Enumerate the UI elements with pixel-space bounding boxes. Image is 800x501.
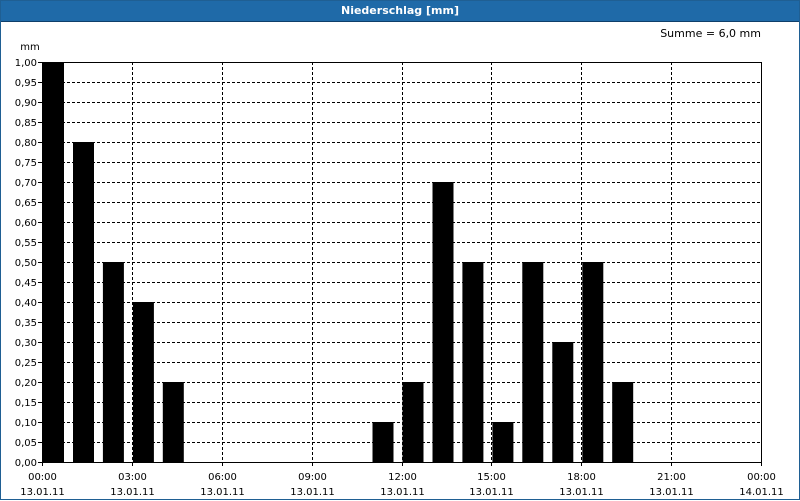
y-tick-label: 0,85 [15, 118, 37, 129]
y-tick-label: 0,50 [15, 258, 37, 269]
y-tick-label: 0,55 [15, 238, 37, 249]
x-tick-time-label: 03:00 [118, 472, 147, 483]
precipitation-bar [372, 422, 394, 462]
y-tick-label: 0,10 [15, 418, 37, 429]
y-tick-label: 0,05 [15, 438, 37, 449]
precipitation-bar [462, 262, 484, 462]
y-tick-label: 0,30 [15, 338, 37, 349]
y-tick-label: 0,15 [15, 398, 37, 409]
y-tick-label: 0,70 [15, 178, 37, 189]
y-tick-label: 0,90 [15, 98, 37, 109]
precipitation-bar [102, 262, 124, 462]
x-tick-date-label: 13.01.11 [110, 487, 155, 498]
x-tick-date-label: 13.01.11 [200, 487, 245, 498]
chart-window: Niederschlag [mm] Summe = 6,0 mm mm 0,00 0… [0, 0, 800, 500]
x-tick-date-label: 13.01.11 [469, 487, 514, 498]
precipitation-bar [492, 422, 514, 462]
x-tick-date-label: 13.01.11 [380, 487, 425, 498]
y-tick-label: 0,35 [15, 318, 37, 329]
x-tick-time-label: 18:00 [567, 472, 596, 483]
precipitation-bar [552, 342, 574, 462]
y-tick-label: 1,00 [15, 58, 37, 69]
x-tick-date-label: 14.01.11 [739, 487, 784, 498]
x-tick-date-label: 13.01.11 [649, 487, 694, 498]
y-tick-label: 0,25 [15, 358, 37, 369]
x-tick-time-label: 21:00 [657, 472, 686, 483]
precipitation-bar [402, 382, 424, 462]
y-tick-label: 0,00 [15, 458, 37, 469]
y-tick-label: 0,80 [15, 138, 37, 149]
precipitation-bar [432, 182, 454, 462]
x-tick-time-label: 00:00 [28, 472, 57, 483]
x-tick-time-label: 15:00 [477, 472, 506, 483]
y-tick-label: 0,75 [15, 158, 37, 169]
x-tick-date-label: 13.01.11 [290, 487, 335, 498]
x-tick-time-label: 09:00 [298, 472, 327, 483]
precipitation-bar [132, 302, 154, 462]
x-tick-time-label: 12:00 [388, 472, 417, 483]
precipitation-bar [582, 262, 604, 462]
x-tick-time-label: 00:00 [747, 472, 776, 483]
precipitation-bar [162, 382, 184, 462]
precipitation-bar [43, 62, 64, 462]
x-tick-date-label: 13.01.11 [20, 487, 65, 498]
y-axis-unit-label: mm [20, 42, 39, 53]
precipitation-bar [522, 262, 544, 462]
y-tick-label: 0,95 [15, 78, 37, 89]
precipitation-bar [73, 142, 94, 462]
y-tick-label: 0,65 [15, 198, 37, 209]
y-tick-label: 0,20 [15, 378, 37, 389]
y-tick-label: 0,45 [15, 278, 37, 289]
precipitation-bar [612, 382, 634, 462]
y-tick-label: 0,40 [15, 298, 37, 309]
precipitation-chart: mm 0,00 0,05 0,10 0,15 0,20 0,25 0,30 0,35 0,40 0,… [15, 42, 784, 498]
x-tick-time-label: 06:00 [208, 472, 237, 483]
x-tick-date-label: 13.01.11 [559, 487, 604, 498]
y-tick-label: 0,60 [15, 218, 37, 229]
